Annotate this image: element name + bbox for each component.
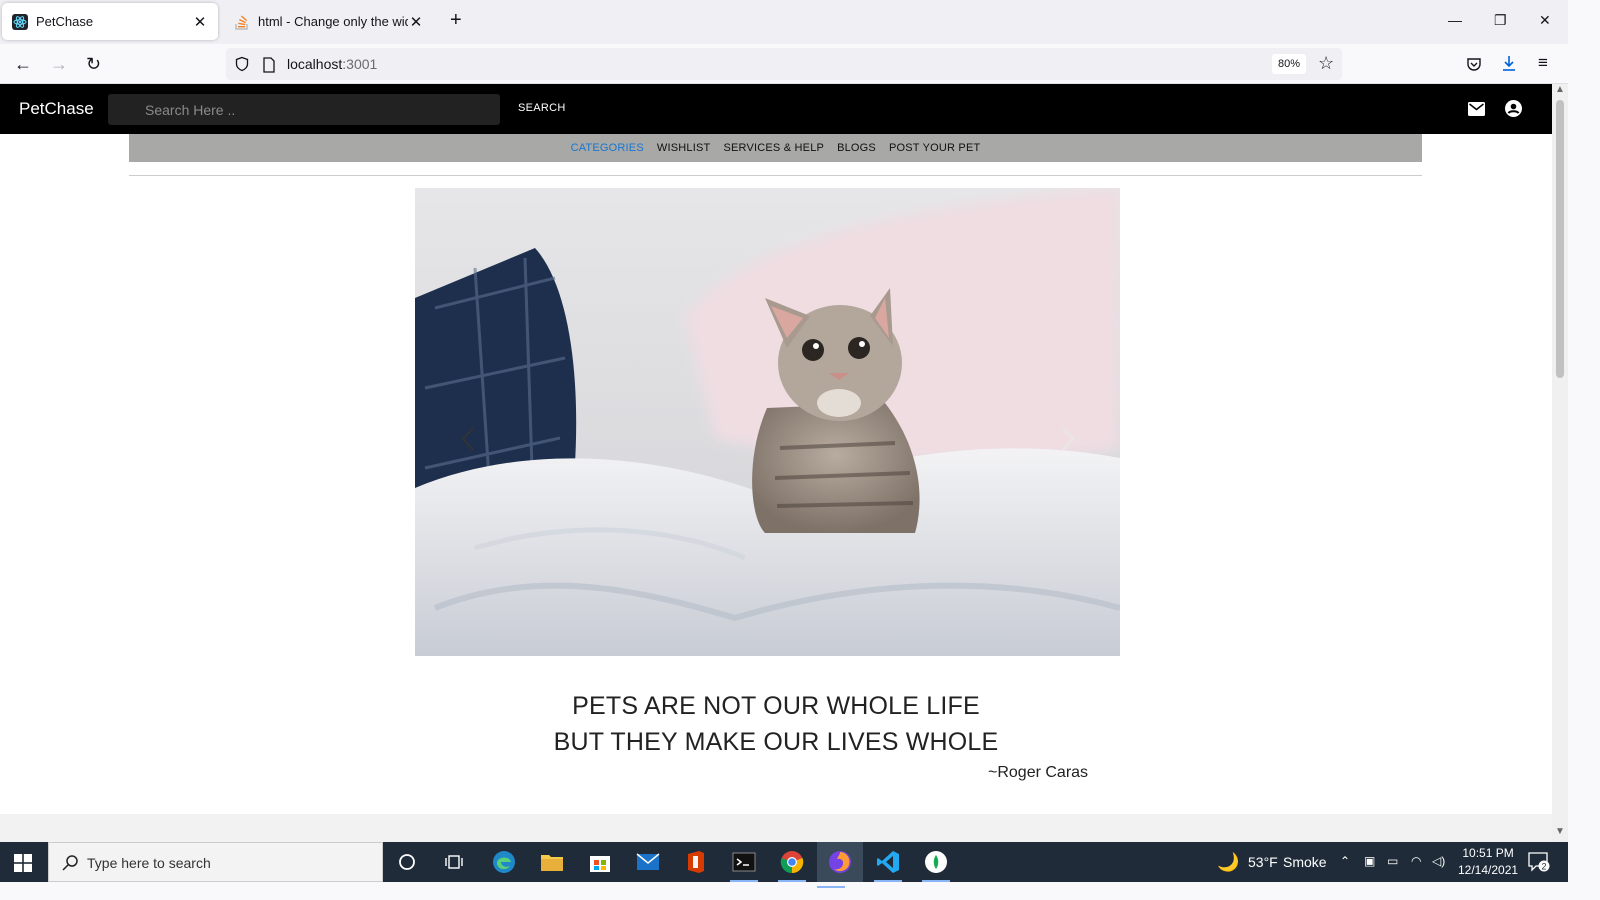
- nav-categories[interactable]: CATEGORIES: [571, 142, 644, 154]
- react-favicon-icon: [12, 13, 28, 30]
- account-circle-icon[interactable]: [1505, 100, 1522, 117]
- meet-now-icon[interactable]: ▣: [1364, 854, 1375, 868]
- scroll-down-icon[interactable]: ▼: [1555, 826, 1565, 837]
- system-clock[interactable]: 10:51 PM 12/14/2021: [1458, 845, 1518, 879]
- search-icon: [62, 855, 78, 871]
- chrome-icon[interactable]: [778, 848, 806, 882]
- quote-line-1: PETS ARE NOT OUR WHOLE LIFE: [572, 692, 980, 720]
- zoom-level-button[interactable]: 80%: [1272, 54, 1306, 74]
- file-explorer-icon[interactable]: [538, 848, 566, 876]
- close-tab-icon[interactable]: ✕: [408, 13, 424, 31]
- search-button[interactable]: SEARCH: [518, 102, 566, 114]
- quote-text: PETS ARE NOT OUR WHOLE LIFE BUT THEY MAK…: [415, 688, 1137, 760]
- scrollbar-thumb[interactable]: [1556, 100, 1564, 378]
- forward-icon[interactable]: →: [50, 54, 68, 74]
- page-scrollbar[interactable]: ▲ ▼: [1552, 84, 1568, 842]
- terminal-icon[interactable]: [730, 848, 758, 882]
- carousel-prev-icon[interactable]: [461, 426, 475, 452]
- weather-desc[interactable]: Smoke: [1283, 854, 1327, 870]
- volume-icon[interactable]: ◁): [1432, 854, 1445, 868]
- taskbar-search[interactable]: Type here to search: [48, 842, 383, 882]
- weather-temp[interactable]: 53°F: [1248, 854, 1278, 870]
- taskbar-search-placeholder: Type here to search: [87, 855, 211, 871]
- nav-post-your-pet[interactable]: POST YOUR PET: [889, 142, 980, 154]
- mail-app-icon[interactable]: [634, 848, 662, 876]
- page-info-icon[interactable]: [262, 57, 276, 73]
- task-view-icon[interactable]: [440, 848, 468, 876]
- nav-services-help[interactable]: SERVICES & HELP: [723, 142, 824, 154]
- close-tab-icon[interactable]: ✕: [192, 13, 208, 31]
- minimize-icon[interactable]: —: [1448, 12, 1462, 28]
- tab-title: PetChase: [36, 14, 94, 29]
- image-carousel: [415, 188, 1120, 656]
- address-bar[interactable]: localhost:3001 80% ☆: [226, 48, 1342, 80]
- browser-tab-strip: PetChase ✕ html - Change only the width …: [0, 0, 1568, 44]
- search-input[interactable]: [108, 94, 500, 125]
- restore-icon[interactable]: ❐: [1494, 12, 1507, 29]
- mail-icon[interactable]: [1468, 102, 1485, 116]
- brand-logo[interactable]: PetChase: [19, 99, 94, 119]
- reload-icon[interactable]: ↻: [86, 54, 101, 74]
- windows-taskbar: Type here to search 🌙 53°F Smoke ⌃ ▣ ▭ ◠…: [0, 842, 1568, 888]
- carousel-next-icon[interactable]: [1061, 426, 1075, 452]
- page-bottom-area: [0, 814, 1552, 842]
- downloads-icon[interactable]: [1501, 55, 1517, 73]
- office-icon[interactable]: [682, 848, 710, 876]
- app-header: PetChase SEARCH: [0, 84, 1552, 134]
- page-viewport: PetChase SEARCH CATEGORIES WISHLIST SERV…: [0, 84, 1552, 814]
- battery-icon[interactable]: ▭: [1387, 854, 1398, 868]
- green-app-icon[interactable]: [922, 848, 950, 882]
- tab-petchase[interactable]: PetChase ✕: [2, 3, 218, 40]
- cortana-icon[interactable]: [393, 848, 421, 876]
- wifi-icon[interactable]: ◠: [1411, 854, 1421, 868]
- close-window-icon[interactable]: ✕: [1539, 12, 1551, 29]
- firefox-icon[interactable]: [817, 842, 863, 888]
- tab-stackoverflow[interactable]: html - Change only the width of ✕: [224, 3, 434, 40]
- quote-author: ~Roger Caras: [988, 764, 1089, 781]
- stackoverflow-favicon-icon: [235, 14, 248, 30]
- app-menu-icon[interactable]: ≡: [1538, 53, 1548, 73]
- bookmark-star-icon[interactable]: ☆: [1318, 53, 1334, 74]
- divider: [129, 175, 1422, 176]
- url-text: localhost:3001: [287, 56, 378, 72]
- pocket-icon[interactable]: [1466, 56, 1482, 72]
- tracking-protection-icon[interactable]: [234, 56, 250, 72]
- clock-date: 12/14/2021: [1458, 863, 1519, 877]
- browser-toolbar: ← → ↻ localhost:3001 80% ☆ ≡: [0, 44, 1568, 84]
- windows-start-icon[interactable]: [14, 854, 32, 872]
- notification-count: 2: [1541, 862, 1546, 872]
- microsoft-store-icon[interactable]: [586, 848, 614, 876]
- back-icon[interactable]: ←: [14, 54, 32, 74]
- show-hidden-icons-icon[interactable]: ⌃: [1340, 854, 1350, 868]
- category-nav: CATEGORIES WISHLIST SERVICES & HELP BLOG…: [129, 134, 1422, 162]
- quote-line-2: BUT THEY MAKE OUR LIVES WHOLE: [553, 728, 999, 756]
- vscode-icon[interactable]: [874, 848, 902, 882]
- notification-center-icon[interactable]: 2: [1528, 852, 1550, 872]
- new-tab-icon[interactable]: +: [450, 10, 462, 30]
- edge-icon[interactable]: [490, 848, 518, 876]
- nav-blogs[interactable]: BLOGS: [837, 142, 876, 154]
- weather-moon-icon[interactable]: 🌙: [1217, 852, 1239, 873]
- nav-wishlist[interactable]: WISHLIST: [657, 142, 711, 154]
- scroll-up-icon[interactable]: ▲: [1555, 84, 1565, 95]
- clock-time: 10:51 PM: [1462, 846, 1514, 860]
- tab-title: html - Change only the width of: [258, 14, 408, 29]
- kitten-photo: [415, 188, 1120, 656]
